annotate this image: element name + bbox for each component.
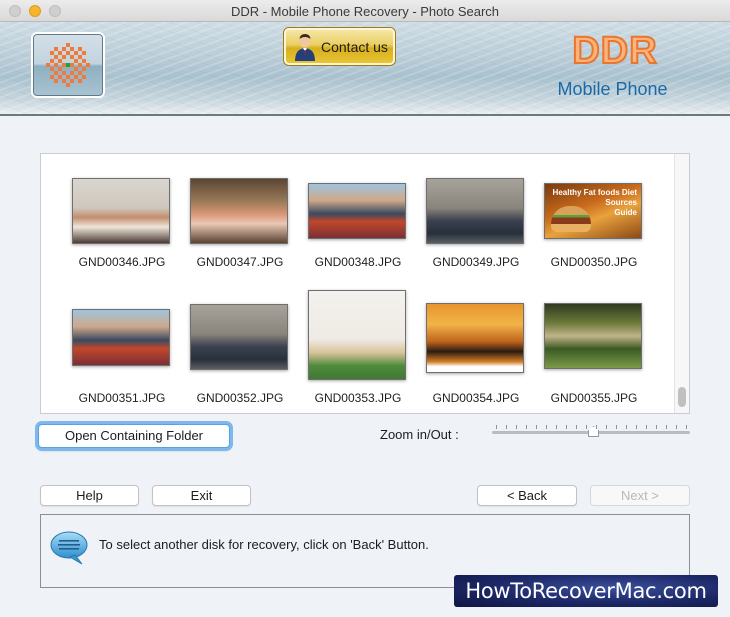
zoom-slider-tick [596, 425, 597, 429]
photo-filename-label: GND00350.JPG [550, 255, 638, 269]
photo-filename-label: GND00349.JPG [432, 255, 520, 269]
brand-name: DDR [571, 29, 658, 73]
zoom-slider-thumb[interactable] [588, 426, 599, 437]
photo-filename-label: GND00354.JPG [432, 391, 520, 405]
open-containing-folder-button[interactable]: Open Containing Folder [38, 424, 230, 448]
gallery-vertical-scrollbar[interactable] [674, 154, 689, 413]
zoom-slider-tick [686, 425, 687, 429]
window-title: DDR - Mobile Phone Recovery - Photo Sear… [230, 4, 500, 19]
checker-star-logo-icon [46, 43, 90, 87]
brand-subtitle: Mobile Phone [557, 79, 668, 99]
photo-filename-label: GND00347.JPG [196, 255, 284, 269]
zoom-slider-tick [496, 425, 497, 429]
contact-us-button[interactable]: Contact us [284, 28, 395, 65]
photo-thumbnail-image[interactable]: Healthy Fat foods Diet Sources Guide [544, 183, 642, 239]
zoom-slider-tick [616, 425, 617, 429]
photo-thumbnail-image[interactable] [426, 178, 524, 244]
zoom-slider-tick [546, 425, 547, 429]
zoom-slider-tick [556, 425, 557, 429]
photo-filename-label: GND00351.JPG [78, 391, 166, 405]
zoom-slider-tick [516, 425, 517, 429]
back-button[interactable]: < Back [477, 485, 577, 506]
photo-thumbnail-image[interactable] [308, 183, 406, 239]
exit-button[interactable]: Exit [152, 485, 251, 506]
next-button: Next > [590, 485, 690, 506]
photo-filename-label: GND00355.JPG [550, 391, 638, 405]
photo-thumbnail-image[interactable] [190, 304, 288, 370]
contact-us-label: Contact us [321, 38, 388, 55]
zoom-slider-tick [506, 425, 507, 429]
header-banner: Contact us DDR Mobile Phone [0, 22, 730, 116]
zoom-slider-tick [676, 425, 677, 429]
photo-filename-label: GND00353.JPG [314, 391, 402, 405]
zoom-slider-tick [576, 425, 577, 429]
photo-thumbnail-image[interactable] [190, 178, 288, 244]
zoom-slider-tick [666, 425, 667, 429]
app-logo [31, 32, 105, 98]
zoom-slider-tick [656, 425, 657, 429]
gallery-scroll-thumb[interactable] [678, 387, 686, 407]
zoom-label: Zoom in/Out : [380, 427, 459, 442]
status-message: To select another disk for recovery, cli… [99, 537, 429, 552]
photo-thumbnail-image[interactable] [72, 309, 170, 366]
zoom-slider-tick [636, 425, 637, 429]
photo-filename-label: GND00348.JPG [314, 255, 402, 269]
zoom-slider-tick [586, 425, 587, 429]
burger-graphic [551, 206, 591, 232]
zoom-slider-tick [646, 425, 647, 429]
photo-filename-label: GND00346.JPG [78, 255, 166, 269]
zoom-slider-tick [566, 425, 567, 429]
zoom-slider-tick [606, 425, 607, 429]
speech-bubble-icon [50, 531, 88, 565]
zoom-slider[interactable] [492, 423, 690, 441]
zoom-slider-tick [526, 425, 527, 429]
zoom-slider-tick [626, 425, 627, 429]
photo-gallery[interactable]: GND00346.JPG GND00347.JPG GND00348.JPG GND0… [40, 153, 690, 414]
zoom-slider-tick [536, 425, 537, 429]
photo-thumbnail-image[interactable] [426, 303, 524, 373]
help-button[interactable]: Help [40, 485, 139, 506]
photo-filename-label: GND00352.JPG [196, 391, 284, 405]
title-bar: DDR - Mobile Phone Recovery - Photo Sear… [0, 0, 730, 22]
watermark-banner: HowToRecoverMac.com [454, 575, 718, 607]
app-window: DDR - Mobile Phone Recovery - Photo Sear… [0, 0, 730, 617]
support-person-icon [295, 33, 315, 61]
photo-thumbnail-image[interactable] [308, 290, 406, 380]
photo-thumbnail-image[interactable] [544, 303, 642, 369]
photo-thumbnail-image[interactable] [72, 178, 170, 244]
